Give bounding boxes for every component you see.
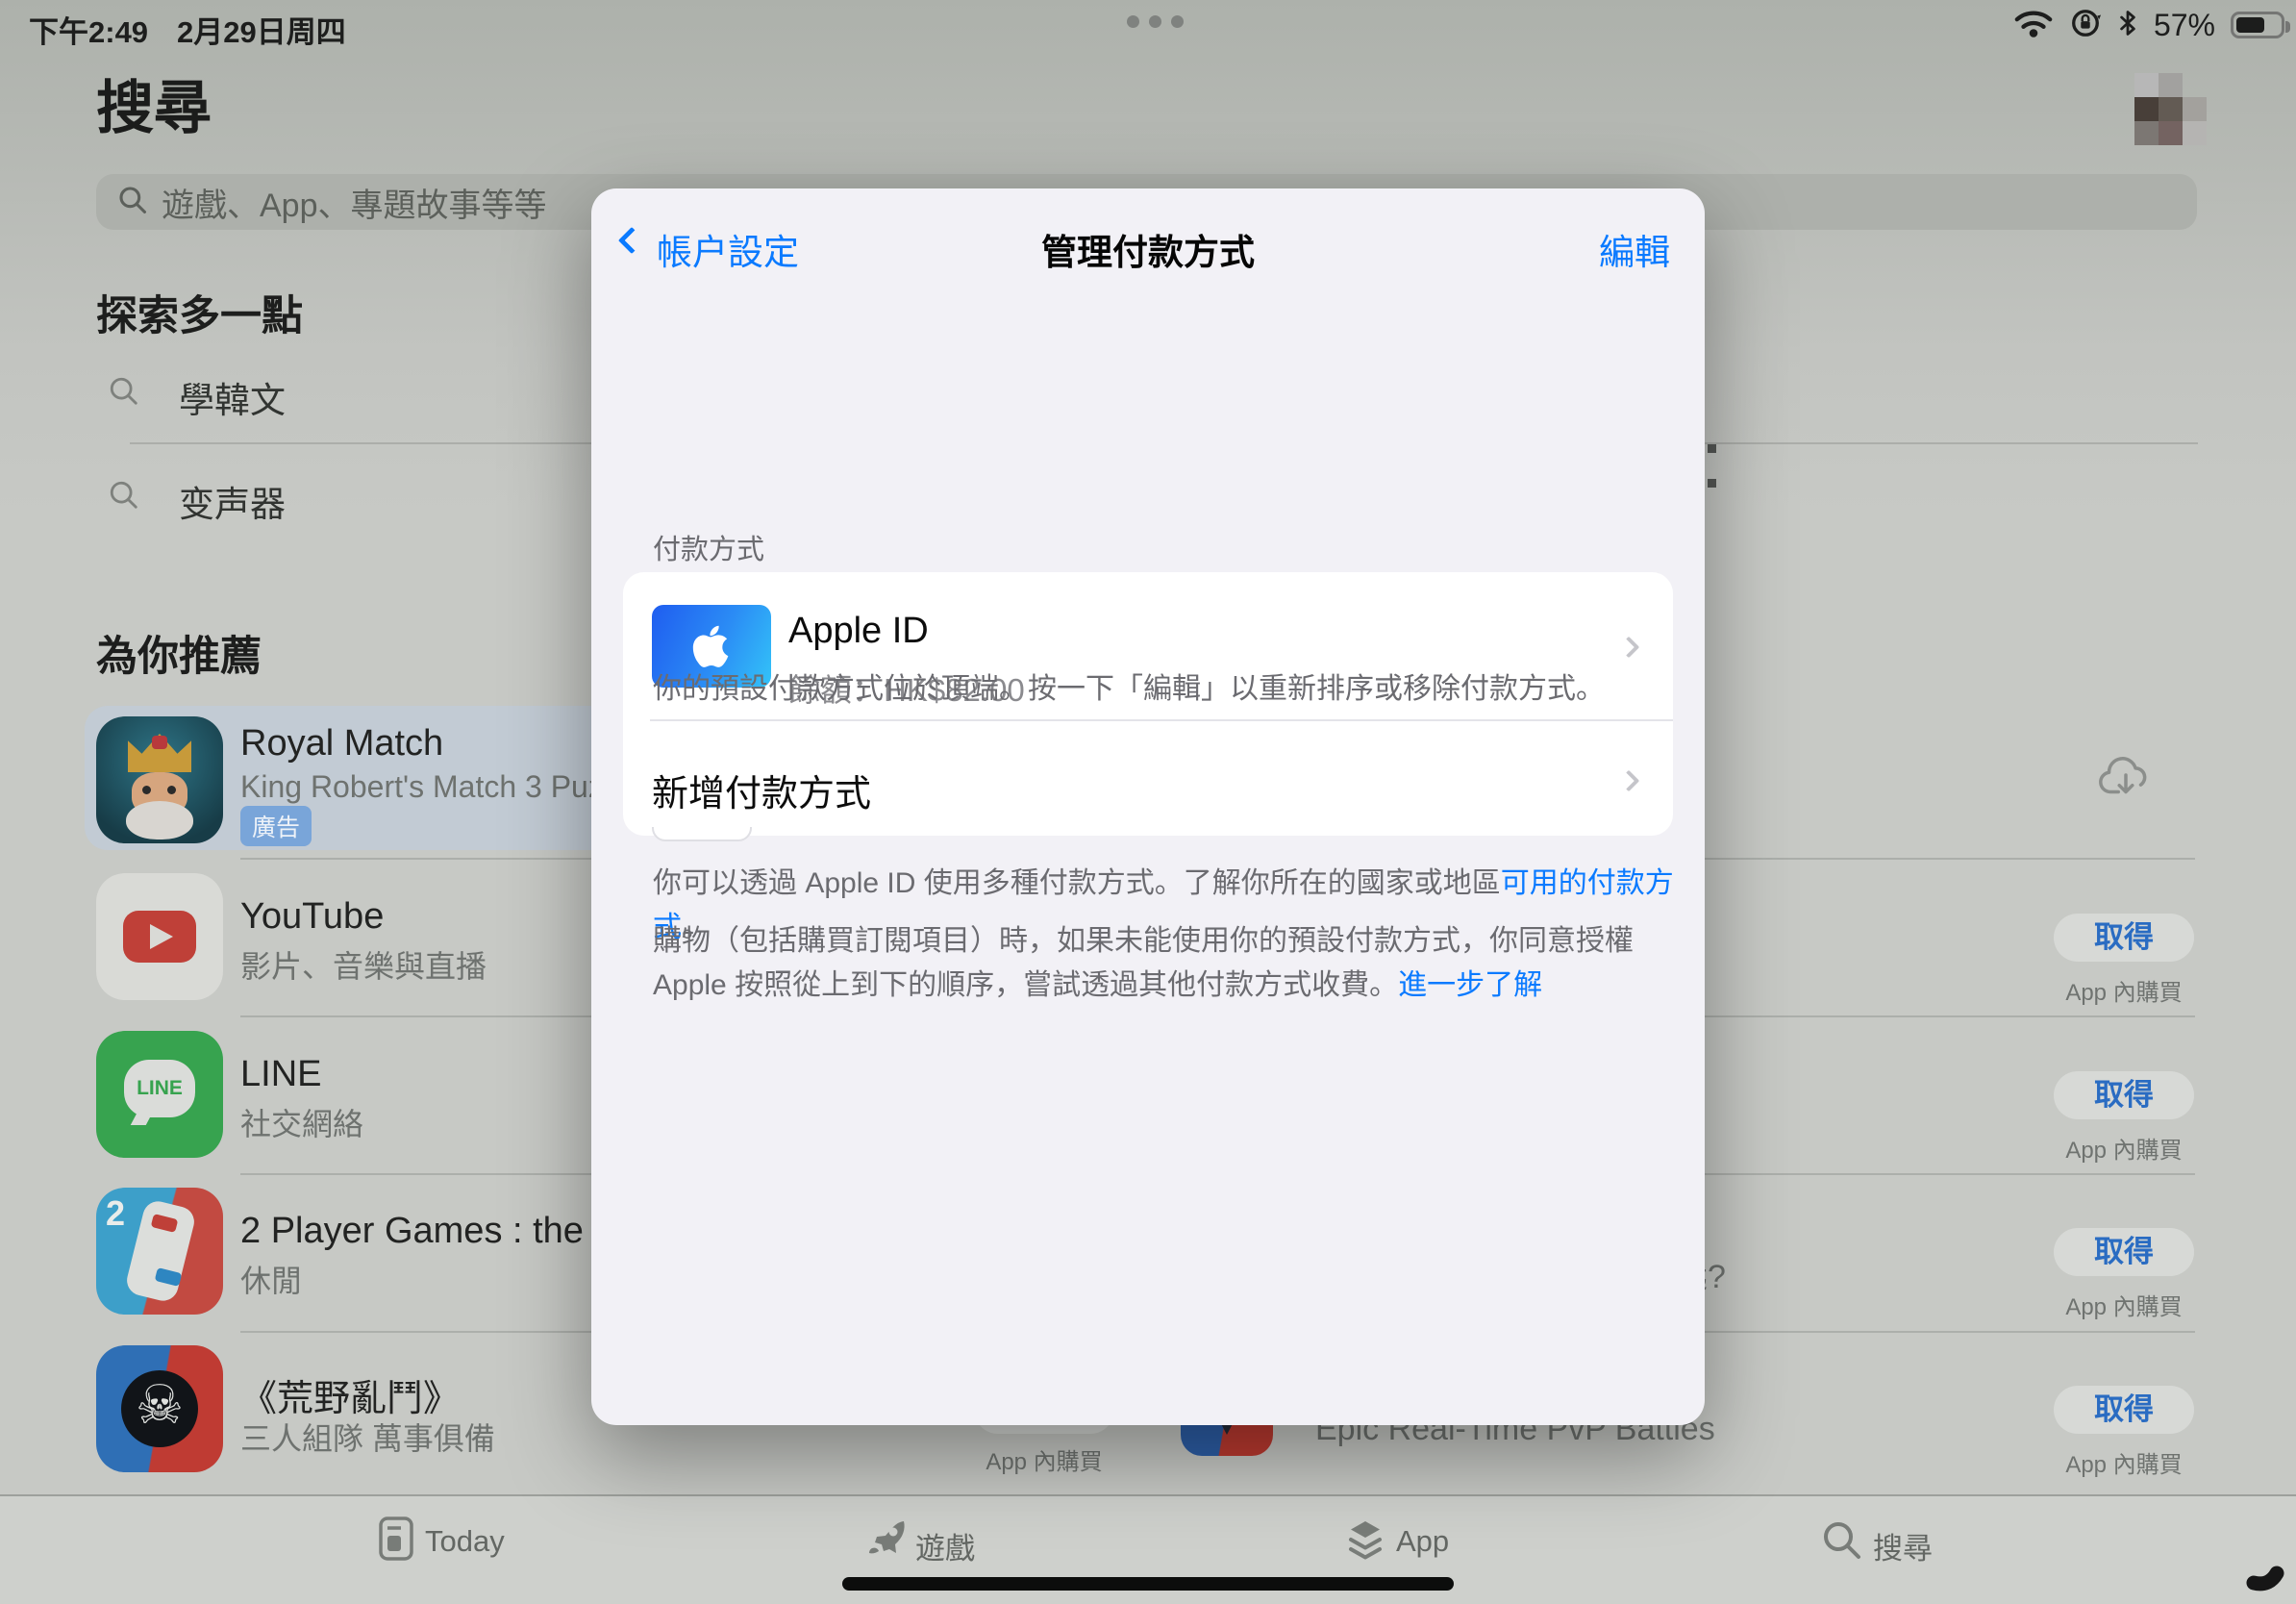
tab-app[interactable]: App xyxy=(1396,1524,1449,1559)
iap-note: App 內購買 xyxy=(2054,1131,2194,1165)
billing-order-note: 購物（包括購買訂閱項目）時，如果未能使用你的預設付款方式，你同意授權 Apple… xyxy=(653,919,1684,1008)
search-icon xyxy=(117,185,148,220)
ad-badge: 廣告 xyxy=(240,806,312,846)
home-indicator[interactable] xyxy=(842,1577,1454,1591)
tab-search[interactable]: 搜尋 xyxy=(1873,1524,1933,1567)
chevron-right-icon xyxy=(1621,773,1636,793)
royal-match-app-icon[interactable] xyxy=(96,716,223,843)
learn-more-link[interactable]: 進一步了解 xyxy=(1398,969,1542,1001)
get-button[interactable]: 取得 xyxy=(2054,1071,2194,1119)
games-rocket-icon xyxy=(863,1516,910,1566)
status-bar-right: 57% xyxy=(2013,6,2284,44)
payment-methods-section-label: 付款方式 xyxy=(653,527,764,567)
chevron-right-icon xyxy=(1621,639,1636,660)
brawl-stars-app-icon[interactable]: ☠ xyxy=(96,1345,223,1472)
bluetooth-icon xyxy=(2117,8,2138,43)
status-bar-left: 下午2:49 2月29日周四 xyxy=(29,8,346,51)
battery-percent: 57% xyxy=(2154,8,2215,43)
get-button[interactable]: 取得 xyxy=(2054,1386,2194,1434)
clock: 下午2:49 xyxy=(29,8,148,51)
ipad-screen: 下午2:49 2月29日周四 57% 搜尋 遊戲、App、專題故事等等 探索多一… xyxy=(0,0,2296,1604)
app-title[interactable]: 2 Player Games : the Ch xyxy=(240,1211,590,1252)
obscured-text-fragment xyxy=(1708,444,1716,453)
multitasking-dots-icon[interactable] xyxy=(1127,15,1184,28)
cloud-download-icon[interactable] xyxy=(2096,752,2156,805)
explore-heading: 探索多一點 xyxy=(96,283,303,342)
account-avatar[interactable] xyxy=(2134,73,2207,145)
today-icon xyxy=(377,1516,415,1566)
app-subtitle: 三人組隊 萬事俱備 xyxy=(240,1415,495,1459)
date: 2月29日周四 xyxy=(177,8,346,51)
battery-icon xyxy=(2231,12,2284,38)
add-payment-label: 新增付款方式 xyxy=(652,764,871,816)
tab-games[interactable]: 遊戲 xyxy=(915,1524,975,1567)
app-subtitle: King Robert's Match 3 Puzzles xyxy=(240,769,644,805)
search-suggestion[interactable]: 变声器 xyxy=(179,475,286,527)
search-suggestion[interactable]: 學韓文 xyxy=(179,371,286,423)
get-button[interactable]: 取得 xyxy=(2054,1228,2194,1276)
youtube-app-icon[interactable] xyxy=(96,873,223,1000)
iap-note: App 內購買 xyxy=(2054,973,2194,1007)
app-title[interactable]: Royal Match xyxy=(240,723,443,764)
pencil-scribble-mark xyxy=(2246,1546,2292,1597)
rotation-lock-icon xyxy=(2069,7,2102,44)
search-tab-icon xyxy=(1821,1519,1863,1566)
reorder-note: 你的預設付款方式位於頂端。按一下「編輯」以重新排序或移除付款方式。 xyxy=(653,667,1674,712)
note-text: 你可以透過 Apple ID 使用多種付款方式。了解你所在的國家或地區 xyxy=(653,867,1501,899)
app-stack-icon xyxy=(1342,1517,1388,1568)
add-payment-method-row[interactable]: 新增付款方式 xyxy=(623,739,1673,827)
edit-button[interactable]: 編輯 xyxy=(1599,223,1670,275)
app-title[interactable]: 《荒野亂鬥》 xyxy=(240,1368,460,1421)
iap-note: App 內購買 xyxy=(2054,1445,2194,1479)
line-app-icon[interactable]: LINE xyxy=(96,1031,223,1158)
tab-today[interactable]: Today xyxy=(425,1524,505,1559)
page-title: 搜尋 xyxy=(96,62,212,145)
suggestion-search-icon xyxy=(108,479,140,516)
suggestion-search-icon xyxy=(108,375,140,413)
app-subtitle: 社交網絡 xyxy=(240,1100,363,1144)
app-subtitle: 休閒 xyxy=(240,1257,302,1301)
manage-payments-modal: 帳户設定 管理付款方式 編輯 付款方式 Apple ID 餘額：HK$82.00… xyxy=(591,188,1705,1425)
two-player-games-app-icon[interactable]: 2 xyxy=(96,1188,223,1315)
app-title[interactable]: YouTube xyxy=(240,896,384,938)
iap-note: App 內購買 xyxy=(2054,1288,2194,1321)
apple-id-row-title[interactable]: Apple ID xyxy=(788,611,929,652)
modal-title: 管理付款方式 xyxy=(591,223,1705,275)
app-subtitle: 影片、音樂與直播 xyxy=(240,942,487,987)
iap-note: App 內購買 xyxy=(974,1442,1114,1476)
search-placeholder: 遊戲、App、專題故事等等 xyxy=(162,179,547,226)
recommended-heading: 為你推薦 xyxy=(96,623,262,683)
app-title[interactable]: LINE xyxy=(240,1054,321,1095)
get-button[interactable]: 取得 xyxy=(2054,914,2194,962)
wifi-icon xyxy=(2013,8,2054,43)
